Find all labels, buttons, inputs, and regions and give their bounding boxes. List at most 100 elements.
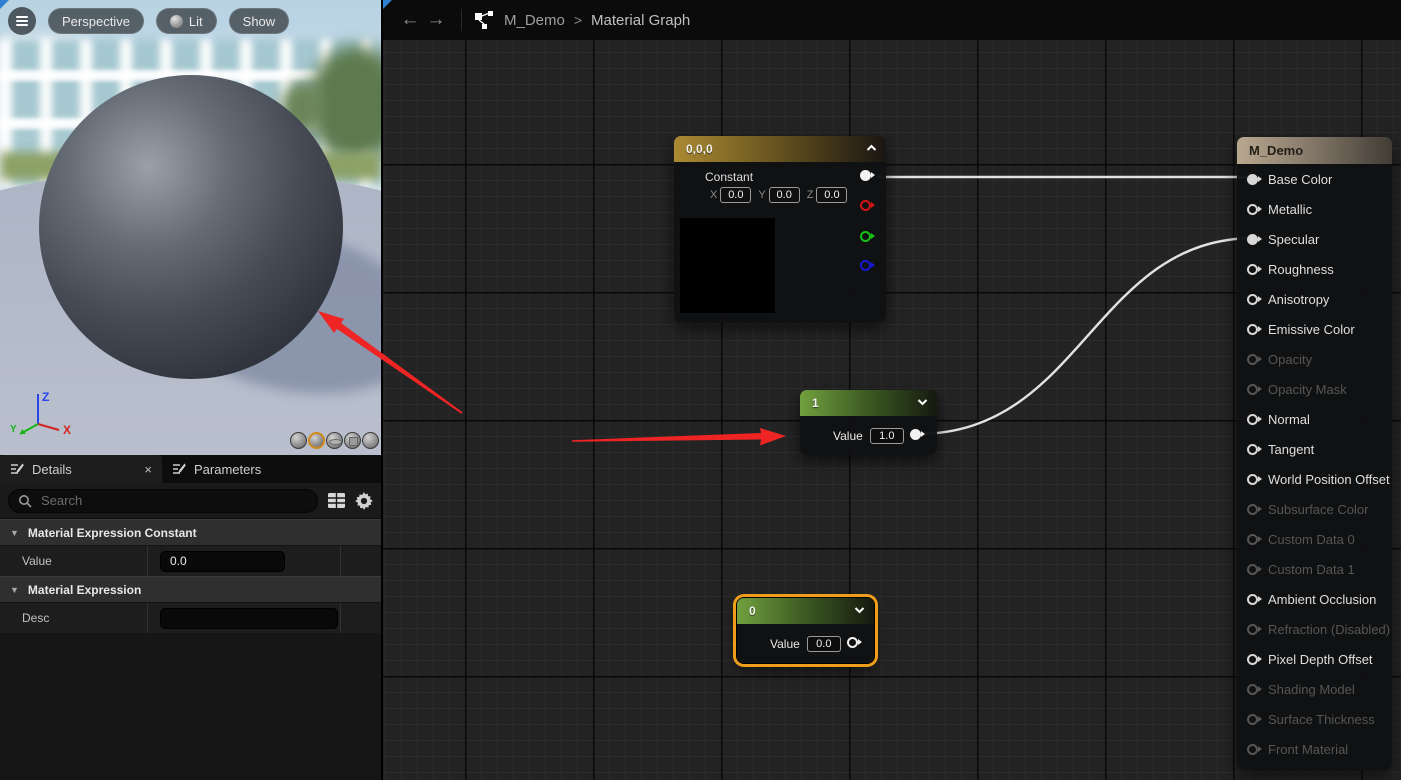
breadcrumb-asset[interactable]: M_Demo: [504, 12, 565, 29]
preview-viewport[interactable]: Perspective Lit Show Z X Y: [0, 0, 381, 455]
material-input-pin-row[interactable]: Emissive Color: [1237, 314, 1392, 344]
input-pin-icon[interactable]: [1247, 234, 1258, 245]
material-input-pin-row[interactable]: Specular: [1237, 224, 1392, 254]
output-pin-r[interactable]: [860, 200, 871, 211]
collapse-triangle-icon: ▼: [10, 528, 19, 538]
input-pin-icon[interactable]: [1247, 654, 1258, 665]
input-pin-icon[interactable]: [1247, 594, 1258, 605]
desc-input[interactable]: [160, 608, 338, 629]
input-pin-icon[interactable]: [1247, 714, 1258, 725]
value-field[interactable]: 0.0: [807, 636, 841, 652]
expand-chevron-down-icon[interactable]: [917, 398, 928, 406]
desc-row-label: Desc: [0, 603, 148, 633]
input-pin-label: Normal: [1268, 412, 1310, 427]
search-box[interactable]: [8, 489, 318, 513]
input-pin-icon[interactable]: [1247, 564, 1258, 575]
input-pin-icon[interactable]: [1247, 384, 1258, 395]
input-pin-icon[interactable]: [1247, 504, 1258, 515]
value-input[interactable]: 0.0: [160, 551, 285, 572]
material-input-pin-row[interactable]: Subsurface Color: [1237, 494, 1392, 524]
graph-icon: [474, 10, 494, 30]
input-pin-icon[interactable]: [1247, 324, 1258, 335]
input-pin-label: Roughness: [1268, 262, 1334, 277]
material-input-pin-row[interactable]: Metallic: [1237, 194, 1392, 224]
value-pin-label: Value: [833, 429, 863, 443]
input-pin-icon[interactable]: [1247, 294, 1258, 305]
axis-field-input[interactable]: 0.0: [816, 187, 847, 203]
node-header[interactable]: 0,0,0: [674, 136, 886, 162]
material-input-pin-row[interactable]: Base Color: [1237, 164, 1392, 194]
expand-chevron-down-icon[interactable]: [854, 606, 865, 614]
section-material-expression[interactable]: ▼ Material Expression: [0, 576, 381, 602]
forward-arrow-icon[interactable]: →: [423, 9, 449, 31]
node-constant3vector[interactable]: 0,0,0 Constant X 0.0 Y 0.0 Z 0.0: [674, 136, 886, 322]
perspective-button[interactable]: Perspective: [48, 8, 144, 34]
input-pin-label: Custom Data 1: [1268, 562, 1355, 577]
value-field[interactable]: 1.0: [870, 428, 904, 444]
material-input-pin-row[interactable]: Front Material: [1237, 734, 1392, 764]
active-panel-corner-indicator: [383, 0, 392, 9]
input-pin-icon[interactable]: [1247, 474, 1258, 485]
mesh-cube-button[interactable]: [344, 432, 361, 449]
mesh-sphere-button[interactable]: [308, 432, 325, 449]
tab-parameters[interactable]: Parameters: [162, 455, 271, 483]
input-pin-icon[interactable]: [1247, 744, 1258, 755]
input-pin-icon[interactable]: [1247, 444, 1258, 455]
input-pin-icon[interactable]: [1247, 204, 1258, 215]
material-input-pin-row[interactable]: Pixel Depth Offset: [1237, 644, 1392, 674]
input-pin-icon[interactable]: [1247, 354, 1258, 365]
search-input[interactable]: [39, 492, 308, 509]
input-pin-icon[interactable]: [1247, 264, 1258, 275]
node-header[interactable]: 1: [800, 390, 937, 416]
material-input-pin-row[interactable]: World Position Offset: [1237, 464, 1392, 494]
output-pin-g[interactable]: [860, 231, 871, 242]
material-input-pin-row[interactable]: Surface Thickness: [1237, 704, 1392, 734]
axis-field-input[interactable]: 0.0: [720, 187, 751, 203]
input-pin-icon[interactable]: [1247, 624, 1258, 635]
material-input-pin-row[interactable]: Shading Model: [1237, 674, 1392, 704]
mesh-plane-button[interactable]: [326, 432, 343, 449]
hamburger-icon: [16, 20, 28, 22]
material-input-pin-row[interactable]: Opacity Mask: [1237, 374, 1392, 404]
output-pin[interactable]: [847, 637, 858, 648]
value-pin-label: Value: [770, 637, 800, 651]
node-header[interactable]: M_Demo: [1237, 137, 1392, 164]
material-input-pin-row[interactable]: Normal: [1237, 404, 1392, 434]
settings-gear-icon[interactable]: [355, 492, 373, 510]
node-material-output[interactable]: M_Demo Base Color Metallic Specular R: [1237, 137, 1392, 770]
input-pin-icon[interactable]: [1247, 174, 1258, 185]
show-button[interactable]: Show: [229, 8, 290, 34]
material-input-pin-row[interactable]: Tangent: [1237, 434, 1392, 464]
collapse-chevron-up-icon[interactable]: [866, 144, 877, 152]
column-view-icon[interactable]: [327, 492, 346, 509]
input-pin-icon[interactable]: [1247, 414, 1258, 425]
node-constant-one[interactable]: 1 Value 1.0: [800, 390, 937, 455]
material-input-pin-row[interactable]: Custom Data 1: [1237, 554, 1392, 584]
node-header[interactable]: 0: [737, 598, 874, 624]
material-input-pin-row[interactable]: Custom Data 0: [1237, 524, 1392, 554]
viewport-menu-button[interactable]: [8, 7, 36, 35]
input-pin-label: Base Color: [1268, 172, 1332, 187]
section-material-expression-constant[interactable]: ▼ Material Expression Constant: [0, 519, 381, 545]
tab-details[interactable]: Details ×: [0, 455, 162, 483]
material-input-pin-row[interactable]: Opacity: [1237, 344, 1392, 374]
input-pin-icon[interactable]: [1247, 684, 1258, 695]
material-input-pin-row[interactable]: Refraction (Disabled): [1237, 614, 1392, 644]
close-tab-icon[interactable]: ×: [144, 462, 152, 477]
material-input-pin-row[interactable]: Anisotropy: [1237, 284, 1392, 314]
mesh-cylinder-button[interactable]: [290, 432, 307, 449]
material-input-pin-row[interactable]: Roughness: [1237, 254, 1392, 284]
lit-button[interactable]: Lit: [156, 8, 217, 34]
output-pin[interactable]: [910, 429, 921, 440]
axis-field-input[interactable]: 0.0: [769, 187, 800, 203]
output-pin-b[interactable]: [860, 260, 871, 271]
input-pin-label: Opacity: [1268, 352, 1312, 367]
material-input-pin-row[interactable]: Ambient Occlusion: [1237, 584, 1392, 614]
input-pin-icon[interactable]: [1247, 534, 1258, 545]
lit-label: Lit: [189, 14, 203, 29]
node-constant-zero-selected[interactable]: 0 Value 0.0: [737, 598, 874, 663]
back-arrow-icon[interactable]: ←: [397, 9, 423, 31]
mesh-teapot-button[interactable]: [362, 432, 379, 449]
output-pin-rgb[interactable]: [860, 170, 871, 181]
collapse-triangle-icon: ▼: [10, 585, 19, 595]
